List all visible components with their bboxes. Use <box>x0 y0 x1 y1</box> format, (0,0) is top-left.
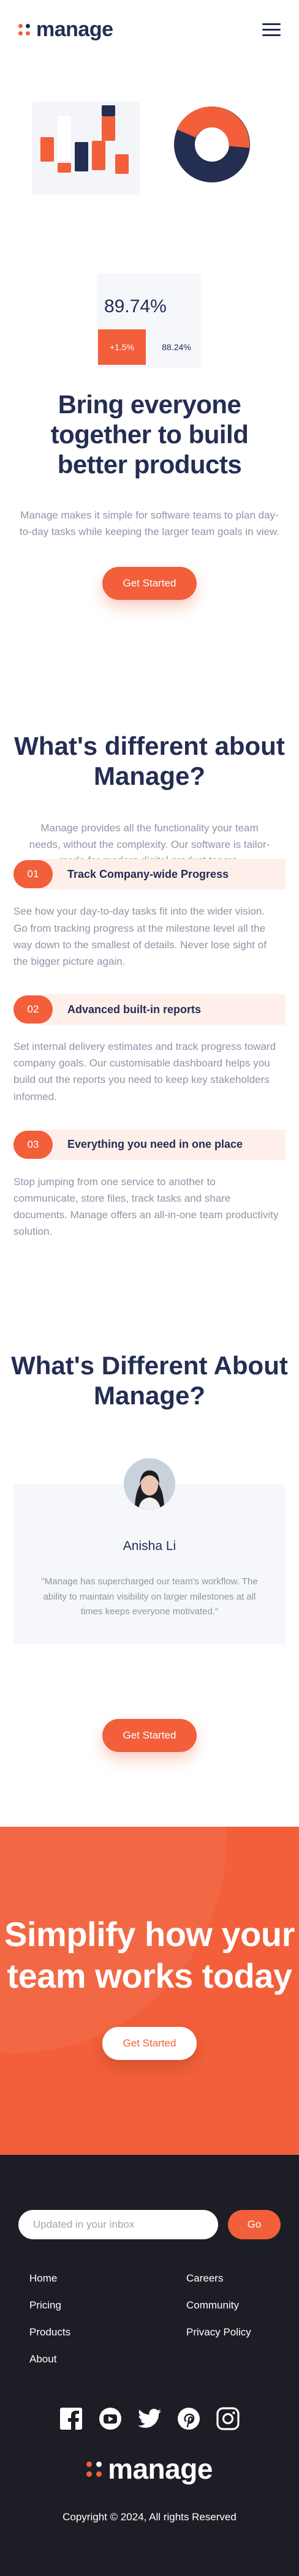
testimonial-card: Anisha Li "Manage has supercharged our t… <box>13 1458 286 1645</box>
stat-compare-value: 88.24% <box>162 342 191 352</box>
logo-mark-icon <box>18 23 30 36</box>
chart-bar <box>58 163 71 173</box>
hero-illustration <box>0 59 299 298</box>
twitter-icon[interactable] <box>138 2407 161 2430</box>
site-header: manage <box>0 0 299 59</box>
feature-description: See how your day-to-day tasks fit into t… <box>13 905 267 967</box>
get-started-button[interactable]: Get Started <box>102 1719 197 1753</box>
chart-bar <box>40 137 54 162</box>
testimonial-title-text: What's Different About Manage? <box>11 1350 288 1410</box>
bar-chart-card <box>32 102 140 195</box>
feature-number-badge: 01 <box>13 860 53 889</box>
newsletter-form: Go <box>18 2210 281 2240</box>
newsletter-email-input[interactable] <box>18 2210 218 2240</box>
testimonial-name: Anisha Li <box>123 1538 176 1553</box>
feature-item: 02 Advanced built-in reports Set interna… <box>13 994 286 1105</box>
feature-title: Advanced built-in reports <box>67 1003 202 1016</box>
footer-link-privacy[interactable]: Privacy Policy <box>186 2319 270 2346</box>
footer-link-home[interactable]: Home <box>29 2265 70 2292</box>
testimonial-title: What's Different About Manage? <box>0 1350 299 1410</box>
chart-bar <box>92 141 105 170</box>
newsletter-go-button[interactable]: Go <box>228 2210 281 2240</box>
chart-bar <box>75 142 88 171</box>
stat-change-badge: +1.5% <box>98 329 146 365</box>
hero-description: Manage makes it simple for software team… <box>19 509 280 537</box>
chart-bar <box>58 116 71 160</box>
footer-link-pricing[interactable]: Pricing <box>29 2292 70 2319</box>
logo[interactable]: manage <box>18 18 113 42</box>
social-links <box>18 2407 281 2431</box>
get-started-button[interactable]: Get Started <box>102 567 197 601</box>
feature-item: 01 Track Company-wide Progress See how y… <box>13 859 286 970</box>
hamburger-menu-icon[interactable] <box>262 23 281 36</box>
facebook-icon[interactable] <box>59 2407 83 2431</box>
hero-title: Bring everyone together to build better … <box>50 390 249 479</box>
footer-links: Home Pricing Products About Careers Comm… <box>18 2265 281 2373</box>
footer-logo-text: manage <box>108 2453 213 2485</box>
feature-title: Everything you need in one place <box>67 1138 243 1151</box>
testimonial-section: What's Different About Manage? Anisha Li… <box>0 1350 299 1753</box>
footer-logo[interactable]: manage <box>18 2452 281 2485</box>
copyright-text: Copyright © 2024, All rights Reserved <box>62 2511 237 2523</box>
cta-section: Simplify how your team works today Get S… <box>0 1827 299 2155</box>
footer-links-right: Careers Community Privacy Policy <box>186 2265 270 2373</box>
youtube-icon[interactable] <box>99 2407 122 2430</box>
chart-bar <box>102 105 115 116</box>
footer-link-products[interactable]: Products <box>29 2319 70 2346</box>
instagram-icon[interactable] <box>216 2407 240 2430</box>
feature-number-badge: 02 <box>13 995 53 1024</box>
avatar <box>124 1458 175 1510</box>
site-footer: Go Home Pricing Products About Careers C… <box>0 2155 299 2576</box>
pinterest-icon[interactable] <box>177 2407 200 2430</box>
footer-link-about[interactable]: About <box>29 2346 70 2373</box>
footer-links-left: Home Pricing Products About <box>29 2265 70 2373</box>
feature-description: Stop jumping from one service to another… <box>13 1175 279 1238</box>
cta-get-started-button[interactable]: Get Started <box>102 2026 197 2060</box>
chart-bar <box>115 154 129 174</box>
feature-description: Set internal delivery estimates and trac… <box>13 1041 276 1103</box>
features-title: What's different about Manage? <box>14 732 285 791</box>
chart-bar <box>102 116 115 141</box>
testimonial-quote: "Manage has supercharged our team's work… <box>41 1576 258 1617</box>
feature-title: Track Company-wide Progress <box>67 867 229 880</box>
stat-value: 89.74% <box>104 296 167 316</box>
feature-item: 03 Everything you need in one place Stop… <box>13 1129 286 1240</box>
donut-chart <box>174 107 250 182</box>
footer-link-community[interactable]: Community <box>186 2292 270 2319</box>
footer-logo-group: manage <box>86 2452 213 2485</box>
feature-number-badge: 03 <box>13 1130 53 1159</box>
footer-link-careers[interactable]: Careers <box>186 2265 270 2292</box>
logo-mark-icon <box>86 2461 102 2477</box>
logo-text: manage <box>36 17 113 41</box>
features-section: What's different about Manage? Manage pr… <box>0 731 299 1240</box>
cta-title: Simplify how your team works today <box>4 1915 295 1996</box>
